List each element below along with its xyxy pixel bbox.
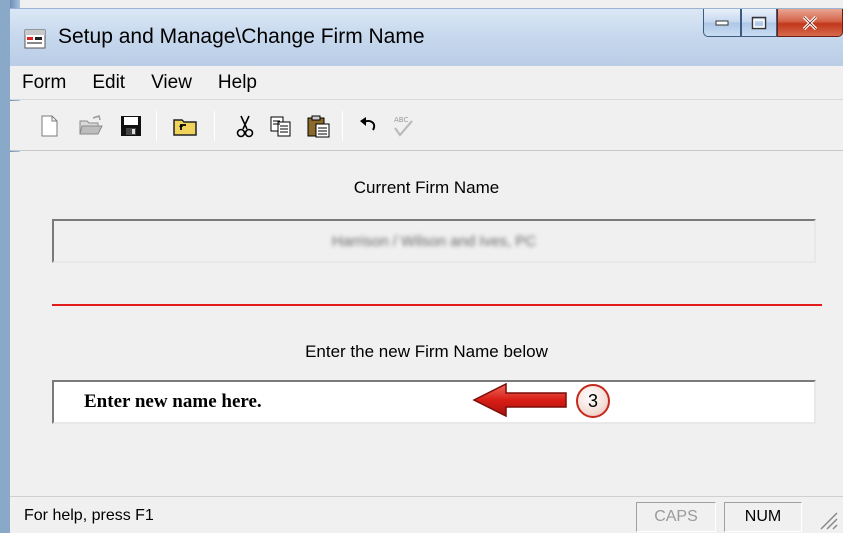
resize-grip-icon[interactable] (815, 507, 839, 531)
save-disk-icon[interactable] (118, 113, 144, 139)
current-firm-name-label: Current Firm Name (353, 178, 500, 197)
toolbar: ABC (10, 101, 843, 151)
menu-edit[interactable]: Edit (92, 72, 125, 94)
open-folder-icon[interactable] (78, 113, 104, 139)
maximize-button[interactable] (741, 9, 777, 37)
new-firm-name-input[interactable]: Enter new name here. (52, 380, 816, 424)
status-bar: For help, press F1 CAPS NUM (10, 496, 843, 533)
red-divider-line (52, 304, 822, 306)
toolbar-separator (342, 111, 343, 141)
caps-lock-indicator: CAPS (636, 502, 716, 532)
current-firm-name-value: Harrison / Wilson and Ives, PC (331, 233, 537, 250)
undo-icon[interactable] (356, 113, 382, 139)
new-firm-name-label: Enter the new Firm Name below (305, 342, 548, 361)
maximize-icon (751, 16, 767, 29)
callout-step-badge: 3 (576, 384, 610, 418)
menu-form[interactable]: Form (22, 72, 66, 94)
menu-bar: Form Edit View Help (10, 66, 843, 100)
num-lock-indicator: NUM (724, 502, 802, 532)
minimize-button[interactable] (703, 9, 741, 37)
copy-icon[interactable] (268, 113, 294, 139)
toolbar-separator (156, 111, 157, 141)
close-icon (802, 15, 818, 30)
menu-help[interactable]: Help (218, 72, 257, 94)
new-firm-name-value: Enter new name here. (84, 391, 262, 412)
current-firm-name-field: Harrison / Wilson and Ives, PC (52, 219, 816, 263)
menu-view[interactable]: View (151, 72, 192, 94)
window-title: Setup and Manage\Change Firm Name (58, 25, 425, 48)
form-client-area: Current Firm Name Harrison / Wilson and … (10, 152, 843, 496)
caption-buttons (703, 9, 843, 37)
up-folder-icon[interactable] (172, 113, 198, 139)
toolbar-separator (214, 111, 215, 141)
status-help-text: For help, press F1 (24, 507, 154, 524)
paste-icon[interactable] (306, 113, 332, 139)
spellcheck-icon[interactable]: ABC (390, 113, 416, 139)
title-bar[interactable]: Setup and Manage\Change Firm Name (10, 8, 843, 66)
new-document-icon[interactable] (36, 113, 62, 139)
app-icon (24, 29, 46, 49)
cut-scissors-icon[interactable] (232, 113, 258, 139)
minimize-icon (715, 20, 729, 25)
callout-arrow-icon (472, 382, 567, 418)
close-button[interactable] (777, 9, 843, 37)
svg-text:ABC: ABC (394, 116, 408, 124)
